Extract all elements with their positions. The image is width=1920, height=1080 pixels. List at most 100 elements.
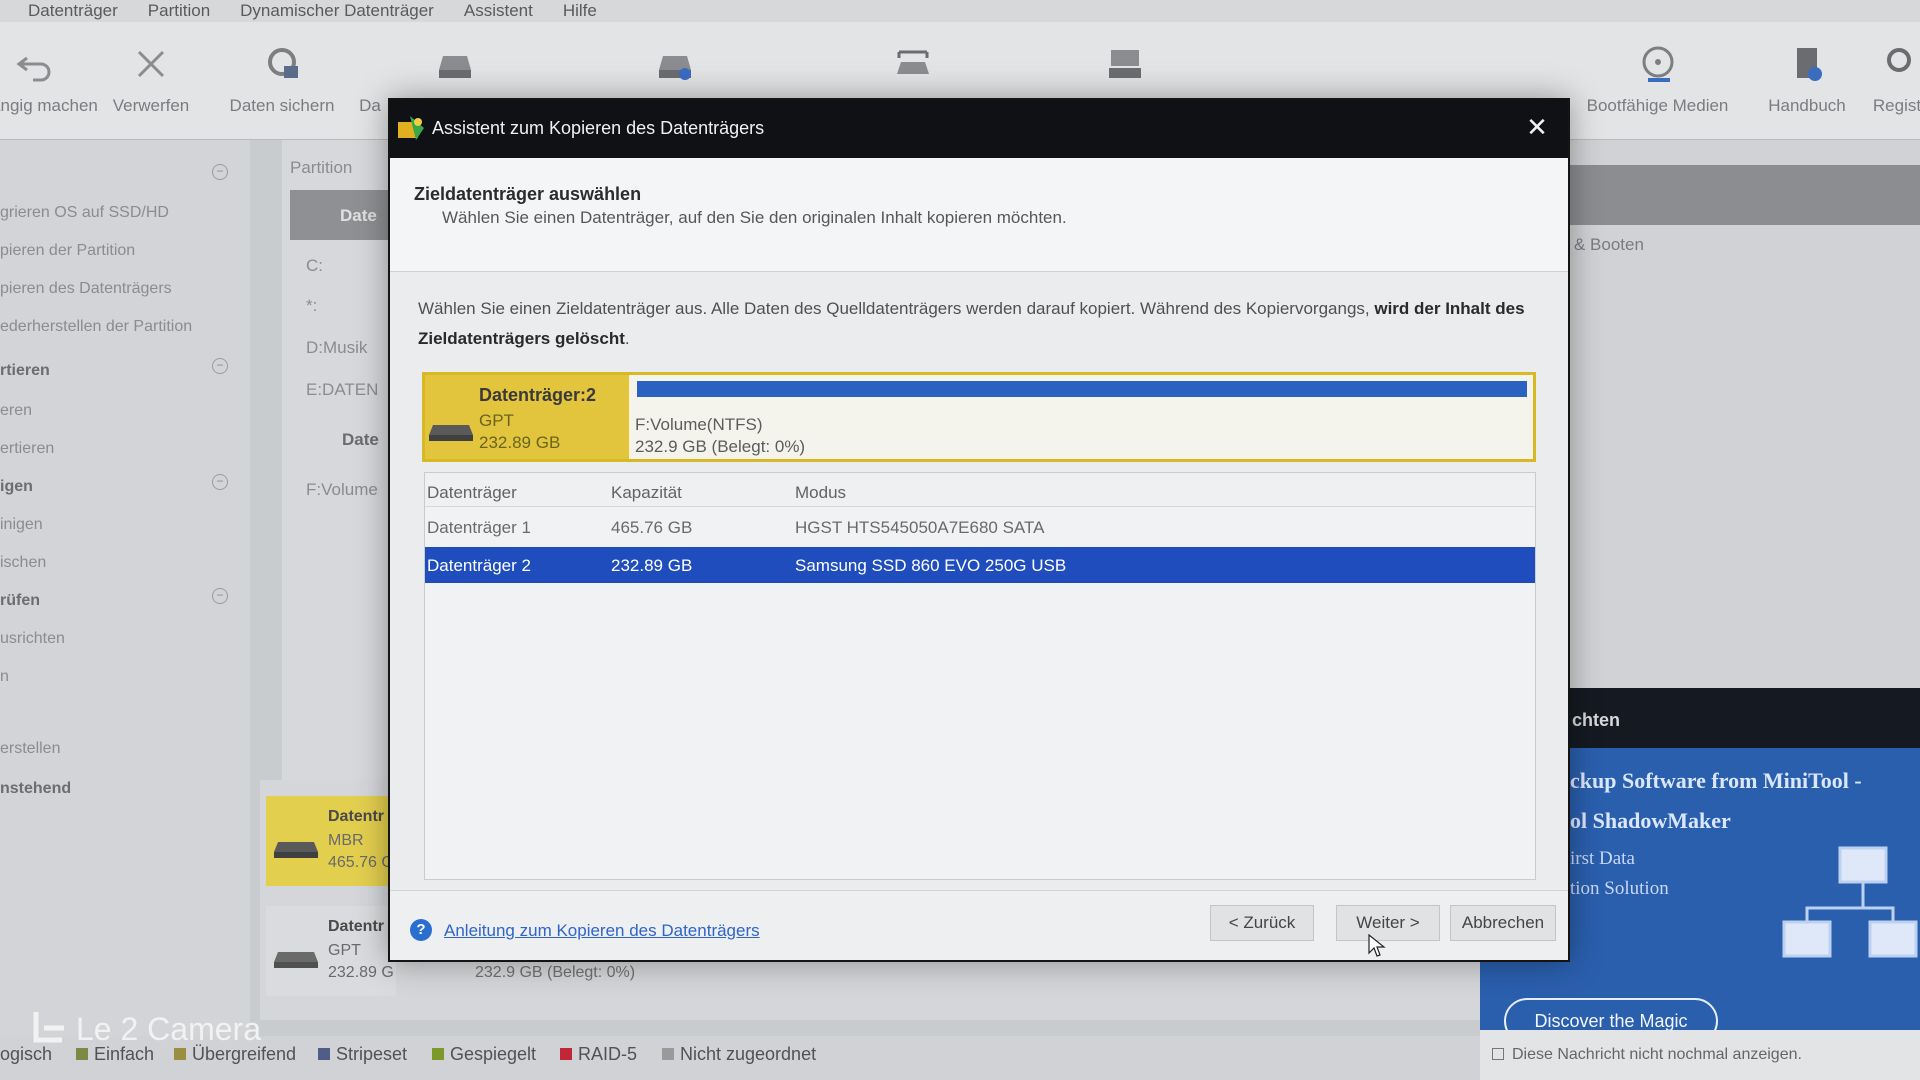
sidebar-item[interactable]: ertieren bbox=[0, 440, 54, 458]
disk2-row[interactable]: Date bbox=[342, 430, 379, 450]
partition-row-d[interactable]: D:Musik bbox=[306, 338, 367, 358]
close-icon bbox=[129, 42, 173, 86]
copy-disk-wizard-dialog: Assistent zum Kopieren des Datenträgers … bbox=[388, 98, 1570, 962]
sidebar-item-migrate-os[interactable]: grieren OS auf SSD/HD bbox=[0, 204, 169, 222]
hdd-icon bbox=[274, 842, 318, 858]
discard-button[interactable]: Verwerfen bbox=[106, 22, 196, 140]
hdd-icon bbox=[274, 952, 318, 968]
sidebar-item-copy-partition[interactable]: pieren der Partition bbox=[0, 242, 135, 260]
dialog-header: Zieldatenträger auswählen Wählen Sie ein… bbox=[390, 158, 1568, 272]
legend-raid5: RAID-5 bbox=[560, 1044, 637, 1065]
restore-button[interactable]: Da bbox=[355, 22, 385, 140]
partition-row-c[interactable]: C: bbox=[306, 256, 323, 276]
tutorial-link[interactable]: Anleitung zum Kopieren des Datenträgers bbox=[444, 921, 760, 941]
partition-row-star[interactable]: *: bbox=[306, 296, 317, 316]
sidebar-group-pending[interactable]: nstehend bbox=[0, 780, 71, 798]
disk-analyzer-icon bbox=[1103, 42, 1147, 86]
selected-disk-row[interactable]: Date bbox=[290, 190, 402, 240]
partition-label: F:Volume(NTFS) bbox=[635, 415, 763, 434]
panel-header bbox=[1568, 165, 1920, 225]
dialog-titlebar[interactable]: Assistent zum Kopieren des Datenträgers … bbox=[390, 100, 1568, 158]
step-subtitle: Wählen Sie einen Datenträger, auf den Si… bbox=[442, 208, 1067, 227]
manual-icon bbox=[1785, 42, 1829, 86]
menu-bar: Datenträger Partition Dynamischer Datent… bbox=[0, 0, 1920, 22]
help-icon[interactable]: ? bbox=[410, 919, 432, 941]
sidebar-item[interactable]: inigen bbox=[0, 516, 43, 534]
next-button[interactable]: Weiter > bbox=[1336, 905, 1440, 941]
hdd-icon bbox=[429, 425, 473, 441]
undo-icon bbox=[13, 42, 57, 86]
collapse-icon[interactable]: − bbox=[212, 588, 228, 604]
menu-datentraeger[interactable]: Datenträger bbox=[28, 1, 118, 21]
disk-preview-size: 232.89 GB bbox=[479, 433, 561, 452]
close-button[interactable]: ✕ bbox=[1522, 112, 1552, 142]
sidebar-item[interactable]: usrichten bbox=[0, 630, 65, 648]
benchmark-icon bbox=[891, 42, 935, 86]
table-header: Datenträger Kapazität Modus bbox=[425, 473, 1535, 507]
sidebar-group-convert[interactable]: rtieren bbox=[0, 362, 50, 380]
dialog-title: Assistent zum Kopieren des Datenträgers bbox=[432, 118, 765, 138]
partition-usage-bar bbox=[637, 381, 1527, 397]
collapse-icon[interactable]: − bbox=[212, 474, 228, 490]
mouse-cursor-icon bbox=[1368, 934, 1386, 957]
network-computers-icon bbox=[1782, 846, 1918, 958]
partition-row-f[interactable]: F:Volume bbox=[306, 480, 378, 500]
table-row-selected[interactable]: Datenträger 2 232.89 GB Samsung SSD 860 … bbox=[425, 547, 1535, 583]
column-header-disk[interactable]: Datenträger bbox=[427, 483, 517, 503]
disk-preview-type: GPT bbox=[479, 411, 514, 430]
menu-wizard[interactable]: Assistent bbox=[464, 1, 533, 21]
selected-disk-preview: Datenträger:2 GPT 232.89 GB F:Volume(NTF… bbox=[422, 372, 1536, 462]
legend-mirrored: Gespiegelt bbox=[432, 1044, 536, 1065]
disk2-partition-info: 232.9 GB (Belegt: 0%) bbox=[475, 964, 636, 981]
manual-button[interactable]: Handbuch bbox=[1762, 22, 1852, 140]
column-header-capacity[interactable]: Kapazität bbox=[611, 483, 682, 503]
dont-show-again-checkbox[interactable]: Diese Nachricht nicht nochmal anzeigen. bbox=[1492, 1046, 1802, 1064]
table-row[interactable]: Datenträger 1 465.76 GB HGST HTS545050A7… bbox=[425, 509, 1535, 545]
collapse-icon[interactable]: − bbox=[212, 164, 228, 180]
disk-map-disk2[interactable]: Datentr GPT 232.89 G bbox=[266, 906, 396, 996]
bootable-media-button[interactable]: Bootfähige Medien bbox=[1575, 22, 1740, 140]
register-button[interactable]: Regist bbox=[1862, 22, 1920, 140]
disk-preview-summary: Datenträger:2 GPT 232.89 GB bbox=[425, 375, 629, 459]
collapse-icon[interactable]: − bbox=[212, 358, 228, 374]
cancel-button[interactable]: Abbrechen bbox=[1450, 905, 1556, 941]
partition-list: Partition Date C: *: D:Musik E:DATEN Dat… bbox=[282, 140, 402, 840]
backup-data-button[interactable]: Daten sichern bbox=[222, 22, 342, 140]
disk-recovery-icon bbox=[653, 42, 697, 86]
menu-dynamic-disk[interactable]: Dynamischer Datenträger bbox=[240, 1, 434, 21]
dialog-body: Wählen Sie einen Zieldatenträger aus. Al… bbox=[390, 272, 1568, 890]
sidebar-item-copy-disk[interactable]: pieren des Datenträgers bbox=[0, 280, 172, 298]
backup-icon bbox=[260, 42, 304, 86]
disk-preview-name: Datenträger:2 bbox=[479, 385, 597, 405]
back-button[interactable]: < Zurück bbox=[1210, 905, 1314, 941]
disk-map-disk1[interactable]: Datentr MBR 465.76 G bbox=[266, 796, 396, 886]
legend-striped: Stripeset bbox=[318, 1044, 407, 1065]
panel-item-boot[interactable]: & Booten bbox=[1574, 235, 1644, 255]
camera-watermark: Le 2 Camera bbox=[30, 1010, 261, 1048]
undo-button[interactable]: ngängig machen bbox=[0, 22, 98, 140]
menu-partition[interactable]: Partition bbox=[148, 1, 210, 21]
partition-row-e[interactable]: E:DATEN bbox=[306, 380, 378, 400]
operation-panel: & Booten bbox=[1568, 140, 1920, 688]
sidebar: − grieren OS auf SSD/HD pieren der Parti… bbox=[0, 140, 250, 1040]
sidebar-item[interactable]: n bbox=[0, 668, 9, 686]
ad-footer: Diese Nachricht nicht nochmal anzeigen. bbox=[1480, 1030, 1920, 1080]
dialog-footer: ? Anleitung zum Kopieren des Datenträger… bbox=[390, 890, 1568, 960]
sidebar-item-partition-recovery[interactable]: ederherstellen der Partition bbox=[0, 318, 192, 336]
info-text: Wählen Sie einen Zieldatenträger aus. Al… bbox=[418, 299, 1525, 348]
partition-column-header: Partition bbox=[290, 158, 353, 177]
cd-icon bbox=[1636, 42, 1680, 86]
sidebar-item[interactable]: ischen bbox=[0, 554, 46, 572]
camera-logo-icon bbox=[33, 1012, 64, 1043]
sidebar-group-clean[interactable]: igen bbox=[0, 478, 33, 496]
partition-info: 232.9 GB (Belegt: 0%) bbox=[635, 437, 806, 456]
sidebar-item[interactable]: eren bbox=[0, 402, 32, 420]
sidebar-item[interactable]: erstellen bbox=[0, 740, 60, 758]
disk-preview-partition: F:Volume(NTFS) 232.9 GB (Belegt: 0%) bbox=[631, 375, 1533, 459]
column-header-mode[interactable]: Modus bbox=[795, 483, 846, 503]
step-title: Zieldatenträger auswählen bbox=[414, 184, 642, 204]
disk-table: Datenträger Kapazität Modus Datenträger … bbox=[424, 472, 1536, 880]
user-icon bbox=[1875, 42, 1919, 86]
sidebar-group-check[interactable]: rüfen bbox=[0, 592, 40, 610]
menu-help[interactable]: Hilfe bbox=[563, 1, 597, 21]
